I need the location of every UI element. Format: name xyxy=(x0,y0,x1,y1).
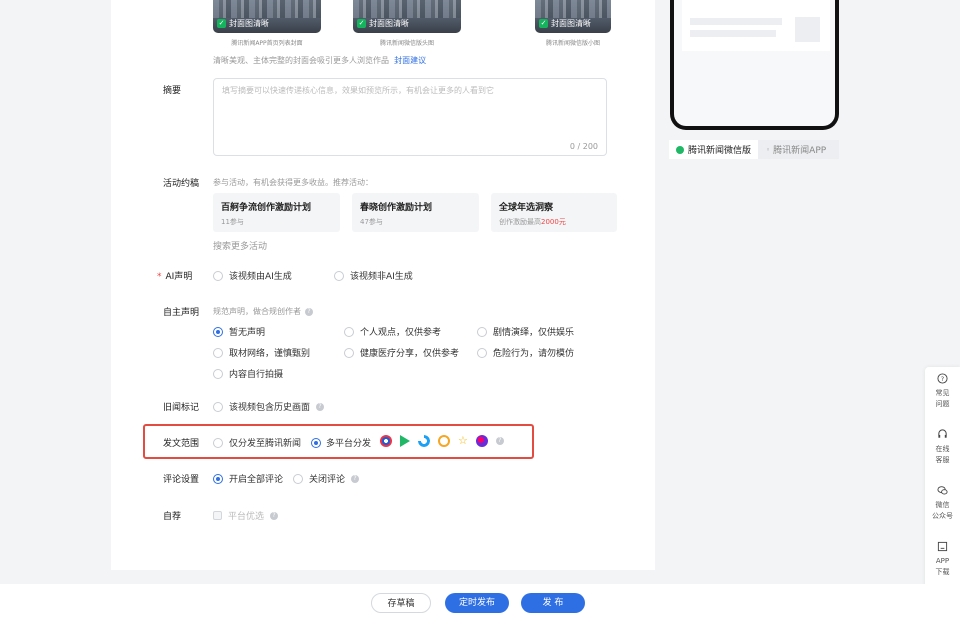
headset-icon xyxy=(938,429,947,438)
help-icon[interactable]: ? xyxy=(305,307,313,316)
activity-card[interactable]: 百舸争流创作激励计划 11参与 xyxy=(213,193,340,232)
ai-declaration-label: * AI声明 xyxy=(157,272,193,282)
save-draft-button[interactable]: 存草稿 xyxy=(371,593,431,613)
recommend-label: 自荐 xyxy=(163,512,182,522)
comment-all-radio[interactable]: 开启全部评论 xyxy=(213,472,283,485)
comment-off-radio[interactable]: 关闭评论? xyxy=(293,472,360,485)
cover-hint: 清晰美观、主体完整的封面会吸引更多人浏览作品 封面建议 xyxy=(213,56,427,65)
preview-card xyxy=(682,0,830,51)
self-declaration-desc: 规范声明，做合规创作者 xyxy=(213,307,301,316)
schedule-publish-button[interactable]: 定时发布 xyxy=(445,593,509,613)
check-icon: ✓ xyxy=(217,19,226,28)
help-icon[interactable]: ? xyxy=(351,474,360,483)
declaration-drama-radio[interactable]: 剧情演绎，仅供娱乐 xyxy=(477,325,574,338)
activity-card[interactable]: 全球年选洞察 创作激励最高2000元 xyxy=(491,193,617,232)
summary-textarea[interactable]: 填写摘要可以快速传递核心信息，效果如预览所示，有机会让更多的人看到它 0 / 2… xyxy=(213,78,607,156)
summary-label: 摘要 xyxy=(163,86,182,96)
declaration-health-radio[interactable]: 健康医疗分享，仅供参考 xyxy=(344,346,459,359)
declaration-danger-radio[interactable]: 危险行为，请勿模仿 xyxy=(477,346,574,359)
question-circle-icon: ? xyxy=(937,373,948,384)
cover-thumb-app-list[interactable]: ✓ 封面图清晰 腾讯新闻APP首页列表封面 xyxy=(213,0,321,47)
activity-label: 活动约稿 xyxy=(163,179,200,189)
summary-char-count: 0 / 200 xyxy=(569,142,598,151)
download-icon xyxy=(937,541,948,552)
self-declaration-label: 自主声明 xyxy=(163,308,200,318)
wechat-icon xyxy=(937,486,948,495)
sidebar-faq[interactable]: ? 常见 问题 xyxy=(925,373,960,410)
svg-text:?: ? xyxy=(941,375,944,383)
check-icon: ✓ xyxy=(357,19,366,28)
cover-advice-link[interactable]: 封面建议 xyxy=(394,56,426,65)
search-more-activities-link[interactable]: 搜索更多活动 xyxy=(213,239,267,252)
tab-wechat-version[interactable]: 腾讯新闻微信版 xyxy=(669,140,759,159)
sidebar-wechat-account[interactable]: 微信 公众号 xyxy=(925,485,960,522)
sidebar-online-service[interactable]: 在线 客服 xyxy=(925,429,960,466)
publish-button[interactable]: 发 布 xyxy=(521,593,585,613)
wechat-icon xyxy=(676,145,684,154)
phone-preview xyxy=(670,0,839,130)
old-news-radio[interactable]: 该视频包含历史画面? xyxy=(213,400,325,413)
cover-thumb-wechat-small[interactable]: ✓ 封面图清晰 腾讯新闻微信版小图 xyxy=(535,0,611,47)
cover-thumb-wechat-head[interactable]: ✓ 封面图清晰 腾讯新闻微信版头图 xyxy=(353,0,461,47)
help-sidebar: ? 常见 问题 在线 客服 微信 公众号 APP 下载 xyxy=(925,367,960,591)
declaration-opinion-radio[interactable]: 个人观点，仅供参考 xyxy=(344,325,441,338)
check-icon: ✓ xyxy=(539,19,548,28)
declaration-self-shot-radio[interactable]: 内容自行拍摄 xyxy=(213,367,283,380)
comment-label: 评论设置 xyxy=(163,475,200,485)
ai-generated-radio[interactable]: 该视频由AI生成 xyxy=(213,269,292,282)
declaration-internet-radio[interactable]: 取材网络，谨慎甄别 xyxy=(213,346,310,359)
old-news-label: 旧闻标记 xyxy=(163,403,200,413)
preview-tabs: 腾讯新闻微信版 ◦ 腾讯新闻APP xyxy=(669,140,839,159)
sidebar-app-download[interactable]: APP 下载 xyxy=(925,541,960,578)
help-icon[interactable]: ? xyxy=(270,511,279,520)
activity-card[interactable]: 春晓创作激励计划 47参与 xyxy=(352,193,479,232)
not-ai-generated-radio[interactable]: 该视频非AI生成 xyxy=(334,269,413,282)
platform-pick-checkbox[interactable]: 平台优选? xyxy=(213,509,279,522)
declaration-none-radio[interactable]: 暂无声明 xyxy=(213,325,265,338)
help-icon[interactable]: ? xyxy=(316,402,325,411)
app-icon: ◦ xyxy=(766,145,771,154)
form-panel: ✓ 封面图清晰 腾讯新闻APP首页列表封面 ✓ 封面图清晰 腾讯新闻微信版头图 ✓ 封… xyxy=(111,0,655,570)
activity-desc: 参与活动，有机会获得更多收益。推荐活动： xyxy=(213,178,373,187)
scope-highlight-box xyxy=(143,424,534,459)
tab-app-version[interactable]: ◦ 腾讯新闻APP xyxy=(758,143,826,157)
